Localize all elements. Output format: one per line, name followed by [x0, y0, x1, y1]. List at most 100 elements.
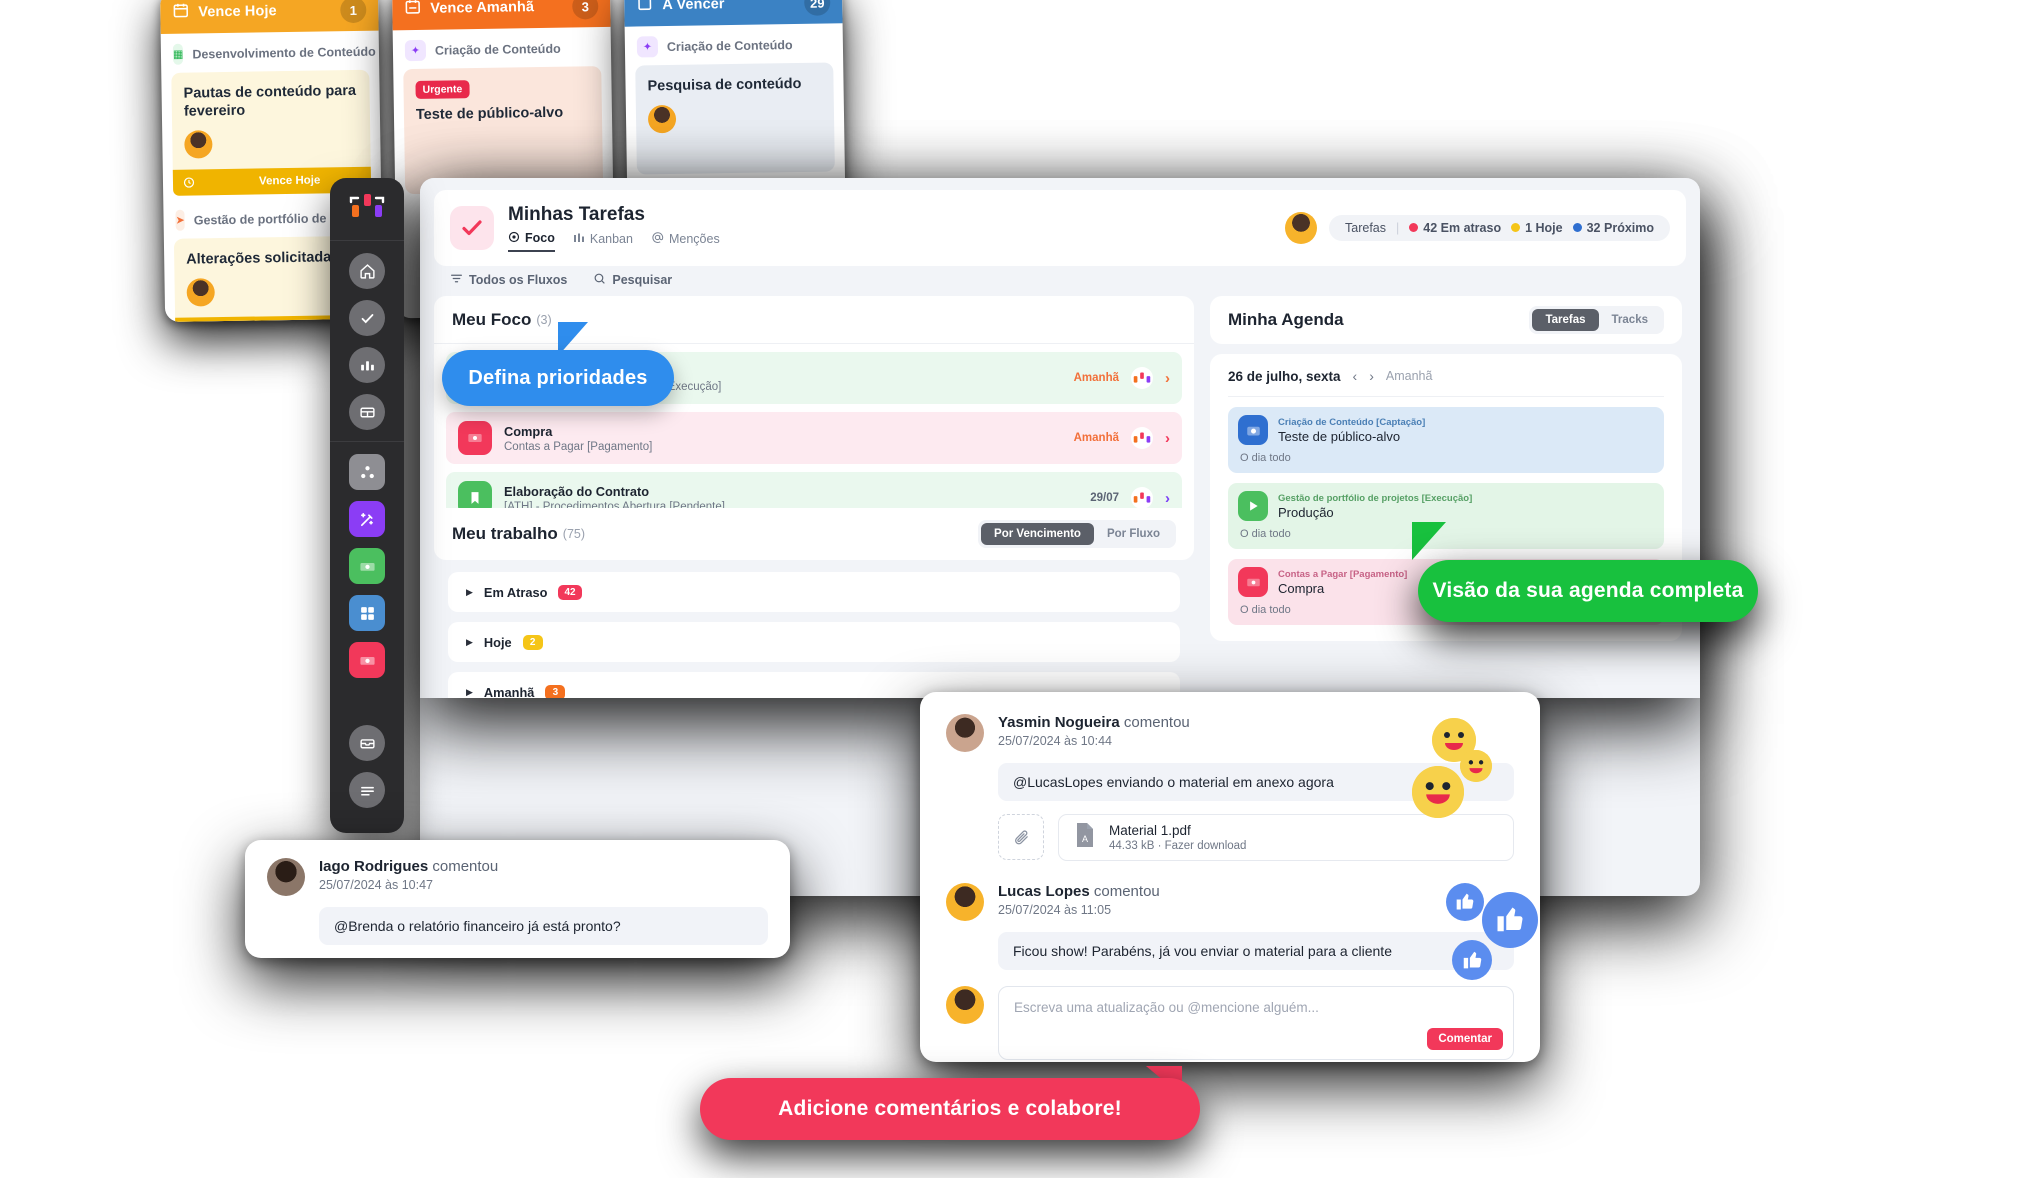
- focus-count: (3): [536, 312, 552, 327]
- agenda-current-date: 26 de julho, sexta: [1228, 368, 1341, 384]
- emoji-reaction-icon[interactable]: [1412, 766, 1464, 818]
- calendar-icon: [404, 0, 421, 20]
- avatar[interactable]: [1285, 212, 1318, 244]
- focus-task-row[interactable]: Compra Contas a Pagar [Pagamento] Amanhã…: [446, 412, 1182, 464]
- sidebar-item-payments[interactable]: [349, 642, 385, 678]
- comment-text: Ficou show! Parabéns, já vou enviar o ma…: [998, 932, 1514, 970]
- segment-tracks[interactable]: Tracks: [1599, 309, 1661, 331]
- work-segmented-control: Por Vencimento Por Fluxo: [978, 520, 1176, 548]
- target-icon: [508, 231, 520, 246]
- sidebar-item-finance[interactable]: [349, 548, 385, 584]
- kanban-column-title: Vence Hoje: [198, 3, 277, 21]
- comment-author: Iago Rodrigues: [319, 858, 429, 875]
- kanban-group-label: Criação de Conteúdo: [666, 37, 793, 54]
- avatar: [946, 714, 984, 752]
- comment-input[interactable]: Escreva uma atualização ou @mencione alg…: [998, 986, 1514, 1060]
- chevron-right-icon: ▶: [466, 636, 473, 647]
- sidebar-item-network[interactable]: [349, 454, 385, 490]
- pink-check-icon: [450, 206, 494, 250]
- kanban-group-label: Criação de Conteúdo: [434, 41, 561, 58]
- attachment-file[interactable]: A Material 1.pdf 44.33 kB · Fazer downlo…: [1058, 814, 1514, 861]
- work-title: Meu trabalho: [452, 524, 558, 543]
- divider: |: [1396, 221, 1400, 235]
- sidebar-item-projects[interactable]: [349, 595, 385, 631]
- comment-placeholder: Escreva uma atualização ou @mencione alg…: [1014, 1000, 1319, 1015]
- emoji-reaction-icon[interactable]: [1460, 750, 1492, 782]
- agenda-panel-header: Minha Agenda Tarefas Tracks: [1210, 296, 1682, 344]
- kanban-group-header: ✦ Criação de Conteúdo: [625, 23, 844, 63]
- comment-author-line: Yasmin Nogueira comentou: [998, 714, 1190, 731]
- kanban-column-header: Vence Hoje 1: [160, 0, 379, 34]
- work-count: (75): [562, 527, 586, 541]
- tab-label: Foco: [525, 231, 555, 245]
- tab-foco[interactable]: Foco: [508, 231, 555, 252]
- search-icon: [593, 272, 606, 288]
- kanban-card[interactable]: Pautas de conteúdo para fevereiro Vence …: [171, 69, 372, 197]
- kanban-column-title: A Vencer: [662, 0, 725, 14]
- divider: [330, 240, 404, 241]
- tab-kanban[interactable]: Kanban: [573, 231, 633, 252]
- kanban-column-header: A Vencer 29: [623, 0, 843, 27]
- kanban-column-title: Vence Amanhã: [430, 0, 535, 17]
- comment-time: 25/07/2024 às 11:05: [998, 903, 1112, 917]
- group-label: Amanhã: [483, 684, 535, 699]
- chevron-right-icon[interactable]: ›: [1369, 368, 1374, 384]
- filter-icon: [450, 272, 463, 288]
- svg-text:A: A: [1082, 834, 1088, 844]
- sidebar-item-home[interactable]: [349, 253, 385, 289]
- filter-label: Todos os Fluxos: [469, 273, 568, 287]
- chevron-right-icon[interactable]: ›: [1165, 370, 1170, 387]
- sidebar-item-reports[interactable]: [349, 347, 385, 383]
- agenda-item-name: Teste de público-alvo: [1278, 428, 1401, 444]
- agenda-item[interactable]: Gestão de portfólio de projetos [Execuçã…: [1228, 483, 1664, 549]
- group-label: Em Atraso: [483, 584, 548, 600]
- chevron-left-icon[interactable]: ‹: [1353, 368, 1358, 384]
- work-group-em-atraso[interactable]: ▶ Em Atraso 42: [448, 572, 1180, 612]
- work-group-hoje[interactable]: ▶ Hoje 2: [448, 622, 1180, 662]
- comment-text: @Brenda o relatório financeiro já está p…: [319, 907, 768, 945]
- thumbs-up-icon[interactable]: [1482, 892, 1538, 948]
- avatar: [184, 130, 213, 159]
- segment-tarefas[interactable]: Tarefas: [1532, 309, 1599, 331]
- kanban-card[interactable]: Urgente Teste de público-alvo: [403, 66, 604, 195]
- agenda-item[interactable]: Criação de Conteúdo [Captação] Teste de …: [1228, 407, 1664, 473]
- search-trigger[interactable]: Pesquisar: [593, 272, 672, 288]
- focus-panel: Meu Foco (3) Produção Gestão de portfóli…: [434, 296, 1194, 538]
- agenda-item-allday: O dia todo: [1240, 452, 1291, 464]
- app-sidebar-rail: [330, 178, 404, 833]
- task-name: Compra: [504, 423, 553, 439]
- camera-icon: [1238, 415, 1268, 445]
- segment-por-vencimento[interactable]: Por Vencimento: [981, 523, 1094, 545]
- flow-icon: [1131, 487, 1153, 509]
- urgent-badge: Urgente: [415, 80, 470, 99]
- tab-label: Menções: [668, 232, 720, 246]
- chevron-right-icon: ▶: [466, 686, 473, 697]
- tab-bar: Foco Kanban Menções: [508, 231, 720, 252]
- chevron-right-icon[interactable]: ›: [1165, 430, 1170, 447]
- group-label: Hoje: [483, 634, 512, 650]
- kanban-group-label: Desenvolvimento de Conteúdo: [192, 44, 376, 61]
- filter-all-flows[interactable]: Todos os Fluxos: [450, 272, 567, 288]
- kanban-card[interactable]: Pesquisa de conteúdo: [635, 62, 835, 175]
- calendar-green-icon: ▦: [172, 43, 184, 65]
- chevron-right-icon[interactable]: ›: [1165, 490, 1170, 507]
- sidebar-item-inbox[interactable]: [349, 725, 385, 761]
- sidebar-item-tasks[interactable]: [349, 300, 385, 336]
- sidebar-item-menu[interactable]: [349, 772, 385, 808]
- kanban-card-due: Vence Hoje: [258, 174, 321, 188]
- attachment-meta: 44.33 kB · Fazer download: [1109, 840, 1247, 852]
- agenda-item-flow: Criação de Conteúdo [Captação]: [1278, 416, 1426, 428]
- sidebar-item-tables[interactable]: [349, 394, 385, 430]
- agenda-next-label: Amanhã: [1385, 369, 1433, 383]
- kanban-card-title: Pautas de conteúdo para fevereiro: [183, 82, 357, 120]
- tab-mencoes[interactable]: Menções: [651, 231, 720, 252]
- thumbs-up-icon[interactable]: [1446, 883, 1484, 921]
- segment-por-fluxo[interactable]: Por Fluxo: [1094, 523, 1173, 545]
- paperclip-icon[interactable]: [998, 814, 1044, 860]
- app-logo[interactable]: [347, 192, 387, 226]
- task-due: 29/07: [1090, 492, 1119, 504]
- sidebar-item-content-creation[interactable]: [349, 501, 385, 537]
- thumbs-up-icon[interactable]: [1452, 940, 1492, 980]
- callout-defina-prioridades: Defina prioridades: [442, 350, 674, 406]
- comment-submit-button[interactable]: Comentar: [1427, 1028, 1503, 1050]
